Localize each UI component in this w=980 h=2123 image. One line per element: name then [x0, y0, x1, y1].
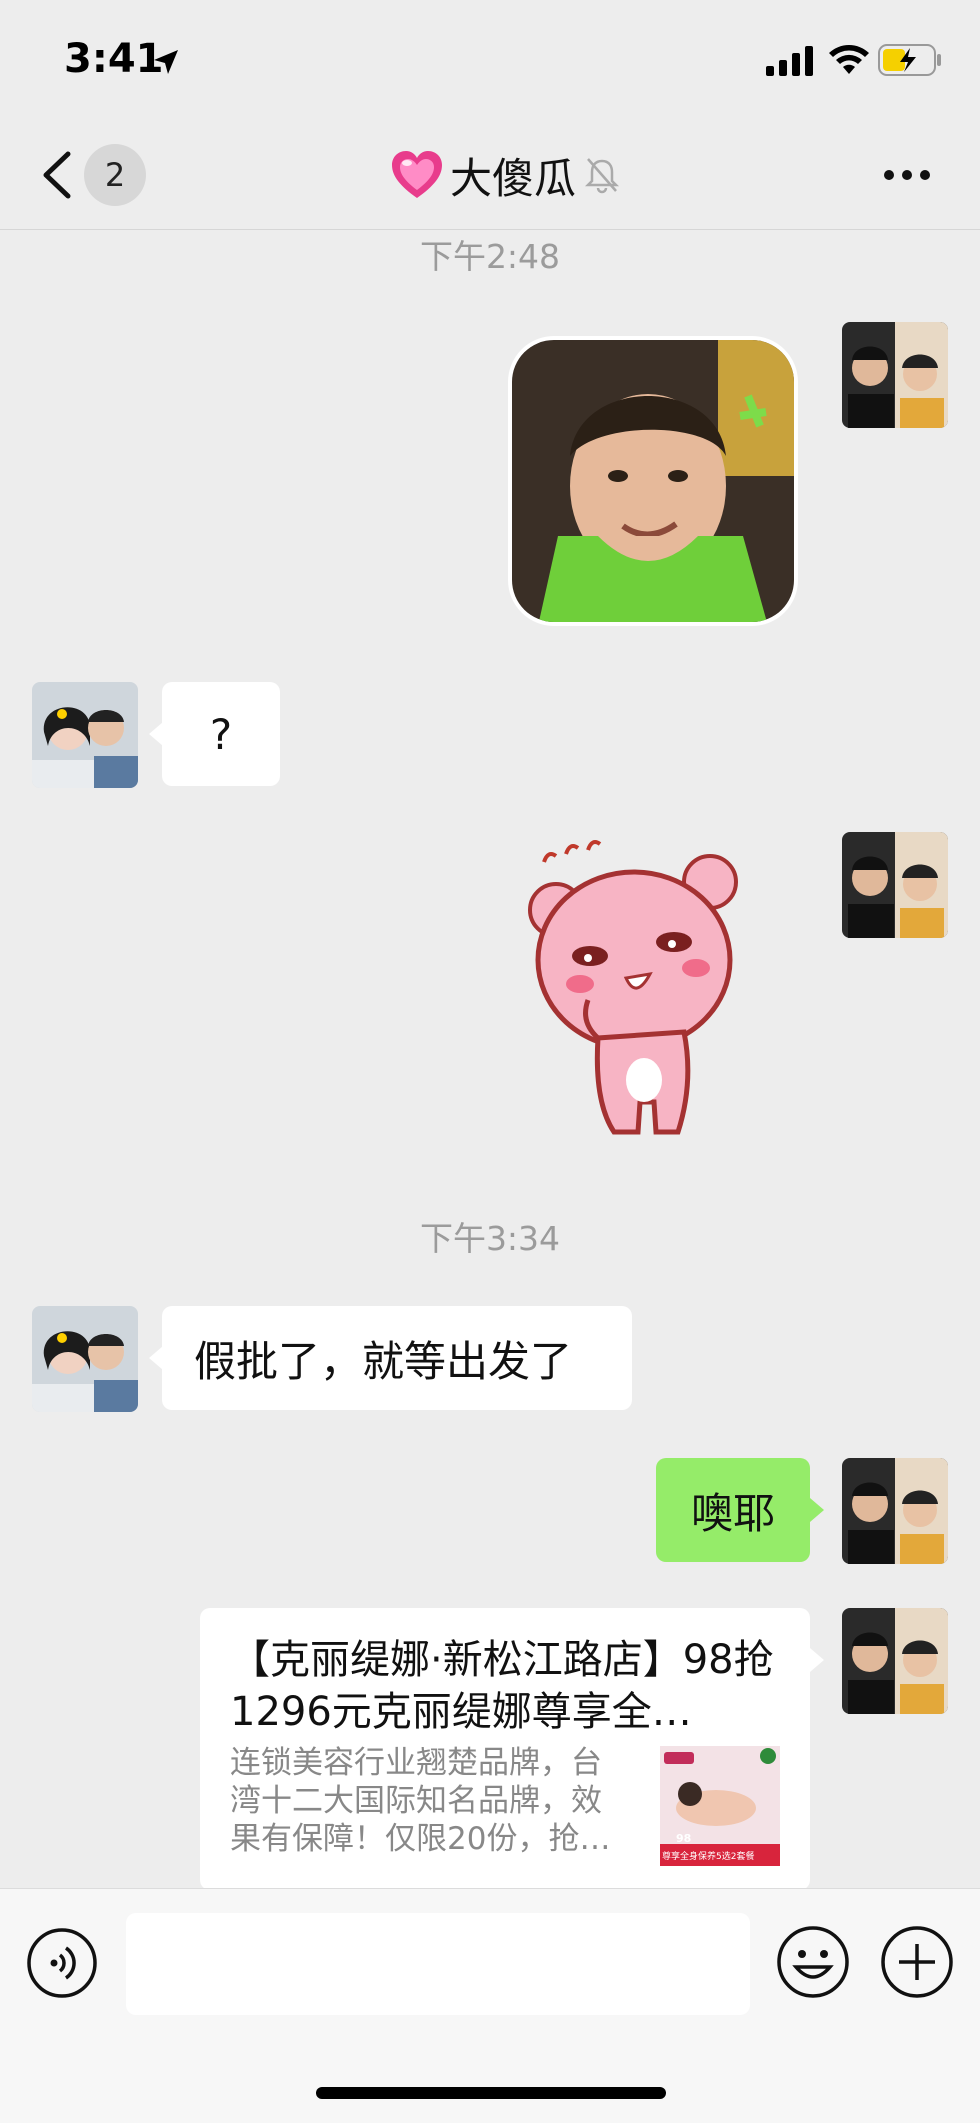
message-timestamp: 下午3:34 [419, 1219, 561, 1258]
back-chevron-icon[interactable] [38, 150, 78, 200]
my-avatar[interactable] [842, 322, 948, 428]
link-card-description: 连锁美容行业翘楚品牌，台湾十二大国际知名品牌，效果有保障！仅限20份，抢… [230, 1745, 611, 1857]
unread-count-badge[interactable]: 2 [84, 144, 146, 206]
more-icon[interactable] [882, 168, 932, 182]
heart-icon [392, 151, 442, 198]
message-text: ? [209, 709, 233, 759]
outgoing-message-bubble[interactable]: 噢耶 [656, 1458, 810, 1562]
incoming-message-bubble[interactable]: ? [162, 682, 280, 786]
battery-charging-icon [878, 44, 941, 76]
wifi-icon [829, 45, 869, 74]
bubble-tail [149, 722, 163, 746]
chat-header: 2 大傻瓜 [0, 120, 980, 230]
message-input[interactable] [126, 1913, 750, 2015]
link-card-message[interactable]: 【克丽缇娜·新松江路店】98抢1296元克丽缇娜尊享全… 连锁美容行业翘楚品牌，… [200, 1608, 810, 1890]
chat-title-group[interactable]: 大傻瓜 [390, 142, 622, 208]
thumb-banner: 尊享全身保养5选2套餐 [662, 1852, 755, 1862]
contact-avatar[interactable] [32, 682, 138, 788]
mute-bell-icon [584, 158, 620, 194]
sticker-image[interactable] [514, 832, 764, 1150]
home-indicator [316, 2087, 666, 2099]
status-bar: 3:41 [0, 0, 980, 120]
bubble-tail [810, 1498, 824, 1522]
chat-input-bar [0, 1888, 980, 2123]
status-time: 3:41 [64, 36, 164, 82]
bubble-tail [810, 1648, 824, 1672]
link-card-title: 【克丽缇娜·新松江路店】98抢1296元克丽缇娜尊享全… [230, 1637, 774, 1735]
my-avatar[interactable] [842, 1608, 948, 1714]
my-avatar[interactable] [842, 832, 948, 938]
link-card-thumbnail: 98 尊享全身保养5选2套餐 [660, 1746, 780, 1866]
sticker-image[interactable] [508, 336, 798, 626]
message-text: 假批了，就等出发了 [194, 1336, 573, 1386]
signal-icon [766, 46, 813, 76]
plus-icon[interactable] [880, 1925, 954, 1999]
voice-icon[interactable] [26, 1927, 98, 1999]
bubble-tail [149, 1346, 163, 1370]
location-arrow-icon [154, 50, 178, 74]
thumb-caption: 98 [676, 1832, 692, 1845]
message-text: 噢耶 [690, 1488, 775, 1538]
my-avatar[interactable] [842, 1458, 948, 1564]
emoji-icon[interactable] [776, 1925, 850, 1999]
message-timestamp: 下午2:48 [419, 237, 561, 276]
incoming-message-bubble[interactable]: 假批了，就等出发了 [162, 1306, 632, 1410]
contact-avatar[interactable] [32, 1306, 138, 1412]
chat-title: 大傻瓜 [450, 153, 577, 203]
